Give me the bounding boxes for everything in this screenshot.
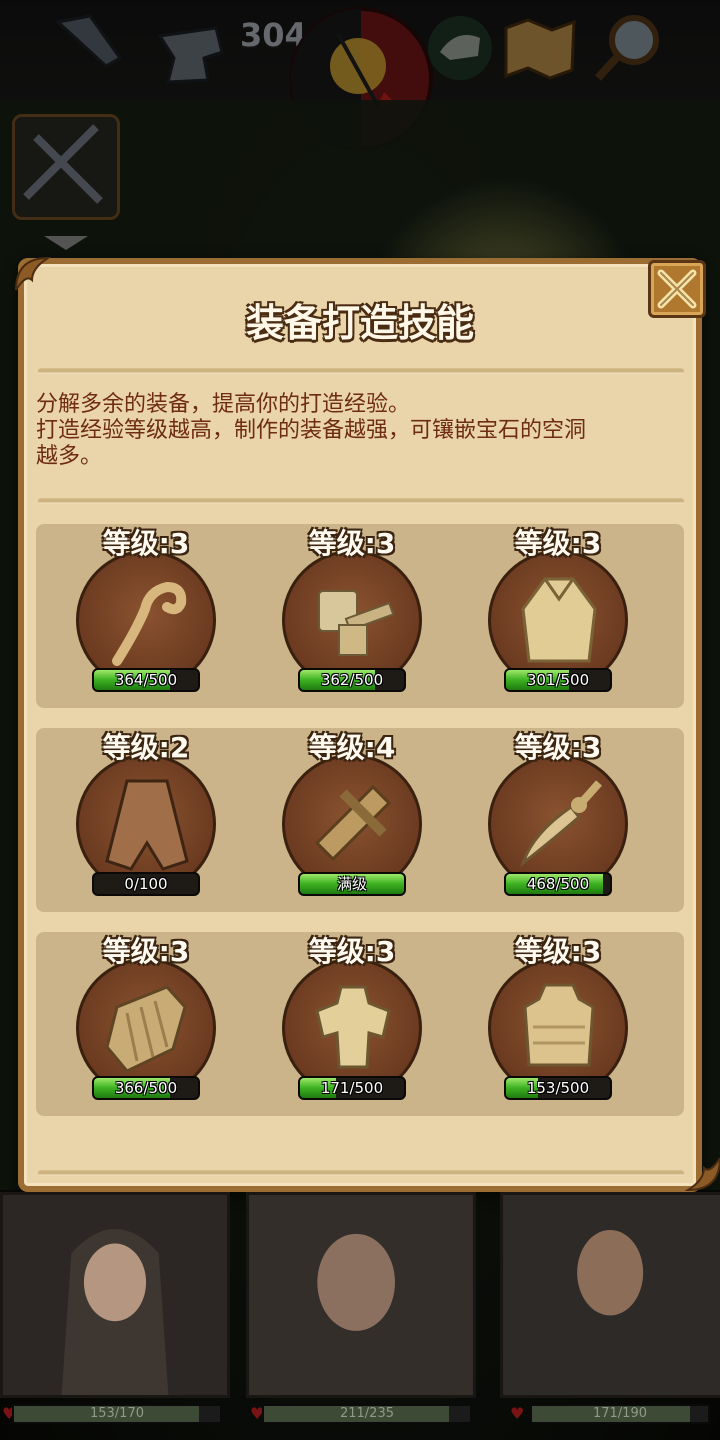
skill-progress-bar: 301/500 bbox=[504, 668, 612, 692]
progress-text: 0/100 bbox=[124, 875, 168, 893]
skill-level: 等级:3 bbox=[308, 527, 396, 560]
hero-portrait[interactable] bbox=[246, 1192, 476, 1398]
crafting-skill-dialog: 装备打造技能 分解多余的装备，提高你的打造经验。 打造经验等级越高，制作的装备越… bbox=[15, 256, 720, 1192]
skill-plate-armor[interactable]: 等级:3 171/500 bbox=[252, 932, 452, 1116]
corner-ornament-icon bbox=[684, 1157, 720, 1192]
shield-icon bbox=[105, 985, 187, 1073]
progress-text: 301/500 bbox=[526, 671, 590, 689]
progress-text: 171/500 bbox=[320, 1079, 384, 1097]
skill-progress-bar: 468/500 bbox=[504, 872, 612, 896]
crossbow-icon bbox=[314, 784, 392, 862]
hp-text: 171/190 bbox=[592, 1406, 647, 1421]
dialog-description: 分解多余的装备，提高你的打造经验。 打造经验等级越高，制作的装备越强，可镶嵌宝石… bbox=[36, 392, 690, 470]
skill-progress-bar: 362/500 bbox=[298, 668, 406, 692]
sword-icon bbox=[520, 780, 602, 868]
heart-icon: ♥ bbox=[510, 1404, 525, 1423]
game-screen: 304 装备打造技能 分解多余的装备，提高你的打造经验。 打造经验等级越高，制作… bbox=[0, 0, 720, 1440]
skill-progress-bar: 366/500 bbox=[92, 1076, 200, 1100]
progress-text: 468/500 bbox=[526, 875, 590, 893]
skill-row: 等级:3 364/500 等级:3 362/500 等级:3 301/500 bbox=[36, 524, 684, 708]
hp-text: 153/170 bbox=[89, 1406, 144, 1421]
dialog-title: 装备打造技能 bbox=[245, 301, 474, 345]
cloak-icon bbox=[521, 577, 597, 663]
progress-text: 364/500 bbox=[114, 671, 178, 689]
close-icon bbox=[657, 269, 697, 309]
skill-cape[interactable]: 等级:2 0/100 bbox=[46, 728, 246, 912]
hero-hp-bar: 211/235 bbox=[262, 1404, 472, 1424]
plate-armor-icon bbox=[315, 985, 391, 1069]
hero-hp-bar: 153/170 bbox=[12, 1404, 222, 1424]
leather-vest-icon bbox=[523, 983, 595, 1067]
hp-text: 211/235 bbox=[339, 1406, 394, 1421]
hero-face-icon bbox=[249, 1195, 473, 1395]
cape-icon bbox=[105, 779, 189, 871]
description-line: 越多。 bbox=[36, 444, 103, 469]
description-line: 分解多余的装备，提高你的打造经验。 bbox=[36, 392, 411, 417]
skill-level: 等级:3 bbox=[102, 935, 190, 968]
skill-level: 等级:3 bbox=[514, 935, 602, 968]
hero-face-icon bbox=[61, 1228, 169, 1395]
skill-progress-bar: 153/500 bbox=[504, 1076, 612, 1100]
skill-level: 等级:3 bbox=[514, 527, 602, 560]
skill-cloak[interactable]: 等级:3 301/500 bbox=[458, 524, 658, 708]
skill-progress-bar: 364/500 bbox=[92, 668, 200, 692]
progress-text: 362/500 bbox=[320, 671, 384, 689]
skill-level: 等级:3 bbox=[514, 731, 602, 764]
skill-sword[interactable]: 等级:3 468/500 bbox=[458, 728, 658, 912]
skill-leather-vest[interactable]: 等级:3 153/500 bbox=[458, 932, 658, 1116]
divider bbox=[38, 368, 684, 374]
hero-face-icon bbox=[503, 1195, 720, 1395]
corner-ornament-icon bbox=[15, 256, 52, 291]
skill-crossbow[interactable]: 等级:4 满级 bbox=[252, 728, 452, 912]
progress-text: 366/500 bbox=[114, 1079, 178, 1097]
skill-staff[interactable]: 等级:3 364/500 bbox=[46, 524, 246, 708]
staff-icon bbox=[112, 581, 187, 666]
skill-level: 等级:3 bbox=[308, 935, 396, 968]
hammer-icon bbox=[318, 590, 395, 656]
skill-level: 等级:4 bbox=[308, 731, 396, 764]
skill-hammer[interactable]: 等级:3 362/500 bbox=[252, 524, 452, 708]
divider bbox=[38, 1170, 684, 1176]
close-button[interactable] bbox=[648, 260, 706, 318]
skill-level: 等级:3 bbox=[102, 527, 190, 560]
party-portraits: ♥ 153/170 ♥ 211/235 ♥ 171/190 bbox=[0, 1192, 720, 1440]
skill-row: 等级:3 366/500 等级:3 171/500 等级:3 153/500 bbox=[36, 932, 684, 1116]
skill-progress-bar: 171/500 bbox=[298, 1076, 406, 1100]
progress-text: 满级 bbox=[336, 875, 367, 893]
hero-portrait[interactable] bbox=[0, 1192, 230, 1398]
description-line: 打造经验等级越高，制作的装备越强，可镶嵌宝石的空洞 bbox=[36, 418, 587, 443]
skill-row: 等级:2 0/100 等级:4 满级 等级:3 468/500 bbox=[36, 728, 684, 912]
skill-progress-bar: 0/100 bbox=[92, 872, 200, 896]
skill-level: 等级:2 bbox=[102, 731, 190, 764]
hero-portrait[interactable] bbox=[500, 1192, 720, 1398]
skill-shield[interactable]: 等级:3 366/500 bbox=[46, 932, 246, 1116]
divider bbox=[38, 498, 684, 504]
progress-text: 153/500 bbox=[526, 1079, 590, 1097]
skill-progress-bar: 满级 bbox=[298, 872, 406, 896]
hero-hp-bar: 171/190 bbox=[530, 1404, 710, 1424]
